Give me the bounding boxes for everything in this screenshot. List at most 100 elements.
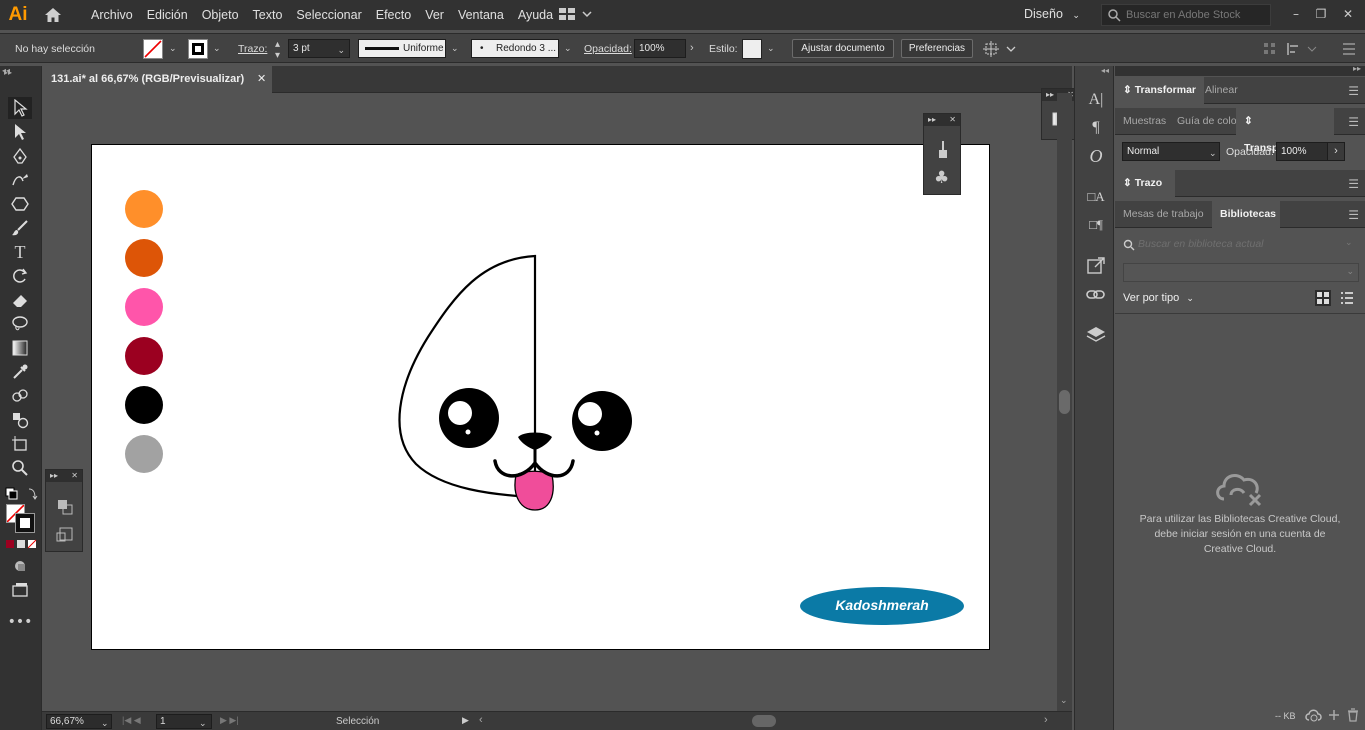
- symbol-sprayer-tool[interactable]: [8, 409, 32, 431]
- stroke-swatch[interactable]: [188, 39, 208, 59]
- home-button[interactable]: [36, 0, 70, 30]
- transform-panel-icon[interactable]: [56, 526, 74, 544]
- paintbrush-tool[interactable]: [8, 217, 32, 239]
- list-view-icon[interactable]: [1339, 290, 1355, 306]
- eraser-tool[interactable]: [8, 289, 32, 311]
- shape-tool[interactable]: [8, 193, 32, 215]
- first-page-icon[interactable]: |◀ ◀: [122, 715, 141, 726]
- opentype-panel-icon[interactable]: O: [1085, 145, 1107, 167]
- selection-tool[interactable]: [8, 97, 32, 119]
- vertical-scrollbar[interactable]: ⌄: [1057, 93, 1072, 711]
- panel-menu-icon[interactable]: [1341, 41, 1357, 57]
- arrange-documents-button[interactable]: [558, 6, 592, 25]
- pathfinder-icon[interactable]: [56, 498, 74, 516]
- chevron-down-icon[interactable]: ⌄: [169, 43, 177, 54]
- type-tool[interactable]: T: [8, 241, 32, 263]
- workspace-switcher[interactable]: Diseño ⌄: [1024, 7, 1080, 21]
- rotate-tool[interactable]: [8, 265, 32, 287]
- tab-mesas-de-trabajo[interactable]: Mesas de trabajo: [1115, 201, 1212, 228]
- tab-alinear[interactable]: Alinear: [1197, 77, 1246, 104]
- fill-swatch[interactable]: [143, 39, 163, 59]
- transparency-opacity-field[interactable]: 100%: [1276, 142, 1328, 161]
- library-select[interactable]: ⌄: [1123, 263, 1359, 282]
- close-tab-icon[interactable]: ✕: [257, 66, 266, 93]
- tab-muestras[interactable]: Muestras: [1115, 108, 1174, 135]
- trash-icon[interactable]: [1346, 708, 1360, 722]
- chevron-down-icon[interactable]: ⌄: [213, 43, 221, 54]
- add-icon[interactable]: [1327, 708, 1341, 722]
- more-tools-icon[interactable]: •••: [8, 611, 33, 633]
- stroke-color-box[interactable]: [15, 513, 35, 533]
- export-asset-icon[interactable]: [1085, 255, 1107, 277]
- variable-width-profile[interactable]: Uniforme: [358, 39, 446, 58]
- close-panel-icon[interactable]: ✕: [71, 470, 78, 482]
- chevron-down-icon[interactable]: ⌄: [564, 43, 572, 54]
- tab-transparencia[interactable]: ⇕ Transparencia: [1236, 108, 1334, 154]
- adjust-document-button[interactable]: Ajustar documento: [792, 39, 894, 58]
- page-field[interactable]: 1 ⌄: [156, 714, 212, 729]
- expand-icon[interactable]: ▸▸: [50, 470, 58, 482]
- artboard-tool[interactable]: [8, 433, 32, 455]
- character-panel-icon[interactable]: A|: [1085, 89, 1107, 111]
- screen-mode-button[interactable]: [8, 579, 32, 601]
- graphic-style-swatch[interactable]: [742, 39, 762, 59]
- paragraph-styles-icon[interactable]: □¶: [1085, 214, 1107, 236]
- view-by-type-dropdown[interactable]: Ver por tipo ⌄: [1123, 292, 1194, 304]
- gradient-tool[interactable]: [8, 337, 32, 359]
- eyedropper-tool[interactable]: [8, 361, 32, 383]
- panel-menu-icon[interactable]: ☰: [1348, 177, 1359, 191]
- menu-objeto[interactable]: Objeto: [195, 8, 246, 22]
- next-page-icon[interactable]: ▶ ▶|: [220, 715, 239, 726]
- menu-archivo[interactable]: Archivo: [84, 8, 140, 22]
- document-tab[interactable]: 131.ai* al 66,67% (RGB/Previsualizar) ✕: [42, 66, 272, 93]
- paragraph-panel-icon[interactable]: ¶: [1085, 117, 1107, 139]
- collapse-panels-icon[interactable]: ▸▸: [1353, 64, 1361, 73]
- expand-icon[interactable]: ▸▸: [1046, 89, 1054, 101]
- zoom-field[interactable]: 66,67% ⌄: [46, 714, 112, 729]
- collapse-left-icon[interactable]: ◂◂: [2, 66, 10, 75]
- symbols-icon[interactable]: ♣: [934, 168, 949, 188]
- collapse-strip-icon[interactable]: ◂◂: [1101, 66, 1109, 75]
- panel-menu-icon[interactable]: ☰: [1348, 115, 1359, 129]
- chevron-down-icon[interactable]: ⌄: [1345, 237, 1353, 248]
- menu-edicion[interactable]: Edición: [140, 8, 195, 22]
- menu-texto[interactable]: Texto: [246, 8, 290, 22]
- menu-seleccionar[interactable]: Seleccionar: [289, 8, 368, 22]
- stepper-icon[interactable]: ▴ ▾: [275, 39, 280, 61]
- scroll-right-icon[interactable]: ›: [1044, 714, 1048, 726]
- stroke-weight-field[interactable]: 3 pt ⌄: [288, 39, 350, 58]
- menu-ayuda[interactable]: Ayuda: [511, 8, 560, 22]
- horizontal-scroll-thumb[interactable]: [752, 715, 776, 727]
- restore-icon[interactable]: ❐: [1311, 4, 1331, 24]
- preferences-button[interactable]: Preferencias: [901, 39, 973, 58]
- library-search-input[interactable]: Buscar en biblioteca actual: [1138, 238, 1264, 250]
- stock-search-input[interactable]: Buscar en Adobe Stock: [1101, 4, 1271, 26]
- panel-menu-icon[interactable]: ☰: [1348, 208, 1359, 222]
- grid-view-icon[interactable]: [1315, 290, 1331, 306]
- tab-transformar[interactable]: ⇕ Transformar: [1115, 77, 1204, 104]
- menu-ventana[interactable]: Ventana: [451, 8, 511, 22]
- layers-icon[interactable]: [1085, 324, 1107, 346]
- color-mode-icons[interactable]: [5, 539, 37, 549]
- tab-trazo[interactable]: ⇕ Trazo: [1115, 170, 1175, 197]
- close-panel-icon[interactable]: ✕: [949, 114, 956, 126]
- opacity-field[interactable]: 100%: [634, 39, 686, 58]
- status-menu-icon[interactable]: ▶: [462, 715, 469, 726]
- character-styles-icon[interactable]: □A: [1085, 186, 1107, 208]
- blend-mode-select[interactable]: Normal ⌄: [1122, 142, 1220, 161]
- draw-mode-button[interactable]: [8, 555, 32, 577]
- chevron-right-icon[interactable]: ›: [1327, 142, 1345, 161]
- expand-icon[interactable]: ▸▸: [928, 114, 936, 126]
- links-icon[interactable]: [1085, 284, 1107, 306]
- vertical-scroll-thumb[interactable]: [1059, 390, 1070, 414]
- transform-icon[interactable]: [983, 40, 1017, 58]
- tab-bibliotecas[interactable]: Bibliotecas: [1212, 201, 1280, 228]
- menu-efecto[interactable]: Efecto: [369, 8, 418, 22]
- close-window-icon[interactable]: ✕: [1338, 4, 1358, 24]
- chevron-right-icon[interactable]: ›: [690, 42, 694, 54]
- chevron-down-icon[interactable]: ⌄: [451, 43, 459, 54]
- zoom-tool[interactable]: [8, 457, 32, 479]
- pen-tool[interactable]: [8, 145, 32, 167]
- chevron-down-icon[interactable]: ⌄: [767, 43, 775, 54]
- default-colors-icon[interactable]: [4, 486, 38, 502]
